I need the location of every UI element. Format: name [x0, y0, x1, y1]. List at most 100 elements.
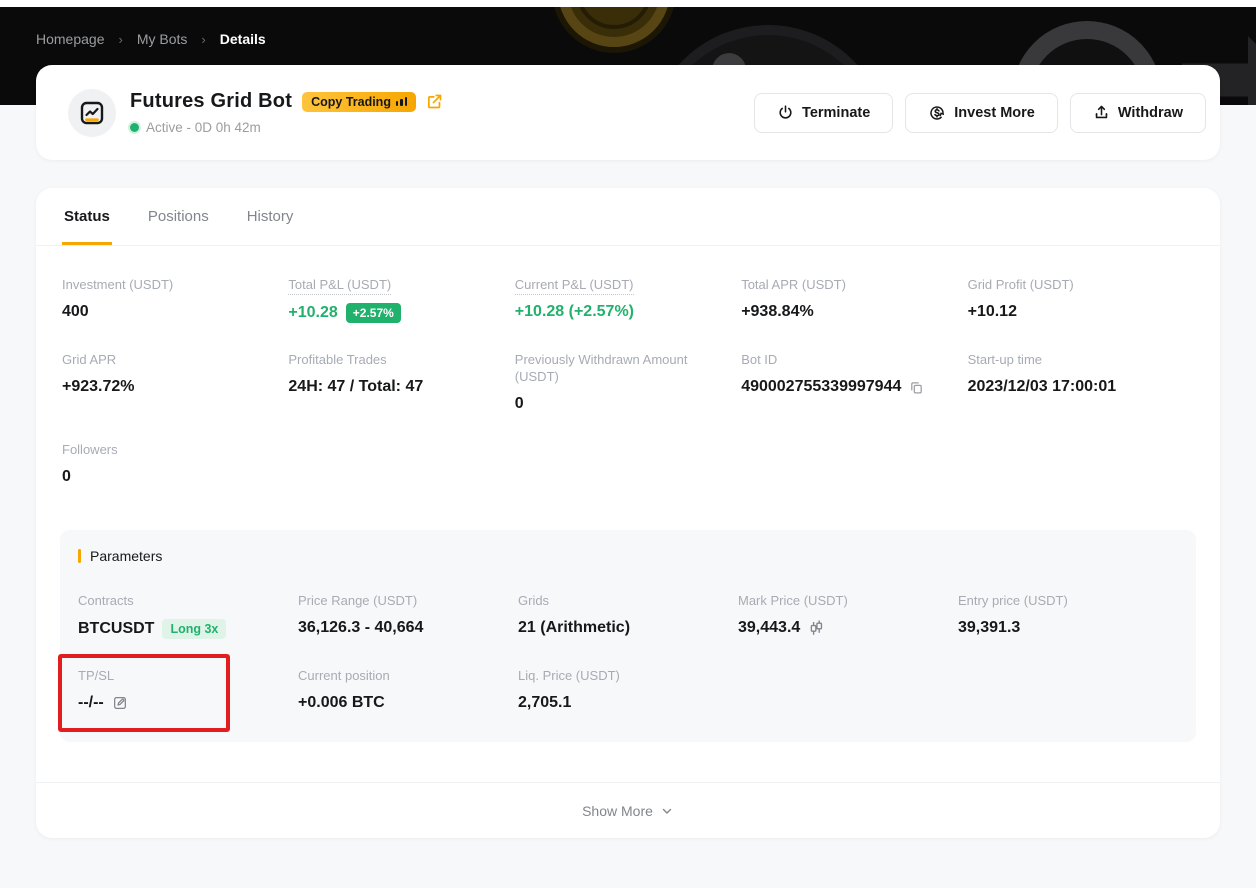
stat-value: +10.12 [968, 303, 1176, 321]
breadcrumb-homepage[interactable]: Homepage [36, 31, 105, 47]
page-title: Futures Grid Bot [130, 90, 292, 113]
stat-value: 2023/12/03 17:00:01 [968, 378, 1176, 396]
stat-current-pnl: Current P&L (USDT) +10.28 (+2.57%) [515, 276, 741, 323]
param-label: TP/SL [78, 667, 282, 684]
param-liq-price: Liq. Price (USDT) 2,705.1 [518, 667, 738, 712]
param-value: +0.006 BTC [298, 694, 502, 712]
grid-bot-chart-icon [77, 98, 107, 128]
stat-label: Previously Withdrawn Amount (USDT) [515, 351, 723, 385]
param-value: 39,443.4 [738, 619, 942, 637]
dollar-refresh-icon [928, 104, 946, 122]
tab-history[interactable]: History [245, 188, 296, 245]
param-price-range: Price Range (USDT) 36,126.3 - 40,664 [298, 592, 518, 639]
param-value: 21 (Arithmetic) [518, 619, 722, 637]
stat-value: 400 [62, 303, 270, 321]
parameters-grid: Contracts BTCUSDT Long 3x Price Range (U… [78, 592, 1178, 712]
withdraw-button-label: Withdraw [1118, 105, 1183, 121]
pnl-percent-badge: +2.57% [346, 303, 401, 323]
stat-grid-profit: Grid Profit (USDT) +10.12 [968, 276, 1194, 323]
param-tpsl: TP/SL --/-- [78, 667, 298, 712]
red-highlight-annotation [58, 654, 230, 732]
top-strip [0, 0, 1256, 7]
parameters-title: Parameters [90, 548, 162, 564]
stat-label: Profitable Trades [288, 351, 496, 368]
param-value: --/-- [78, 694, 282, 712]
param-grids: Grids 21 (Arithmetic) [518, 592, 738, 639]
copy-trading-badge-label: Copy Trading [311, 95, 391, 109]
stat-label: Current P&L (USDT) [515, 276, 723, 293]
grid-bot-avatar [68, 89, 116, 137]
breadcrumb-separator: › [119, 32, 123, 47]
param-contracts: Contracts BTCUSDT Long 3x [78, 592, 298, 639]
gold-coin-illustration [558, 7, 670, 47]
stat-previously-withdrawn: Previously Withdrawn Amount (USDT) 0 [515, 351, 741, 413]
param-label: Mark Price (USDT) [738, 592, 942, 609]
section-accent-bar [78, 549, 81, 563]
active-status-dot [130, 123, 139, 132]
edit-tpsl-icon[interactable] [112, 695, 128, 711]
breadcrumb-details: Details [220, 31, 266, 47]
tab-bar: Status Positions History [36, 188, 1220, 246]
show-more-button[interactable]: Show More [36, 782, 1220, 838]
param-label: Current position [298, 667, 502, 684]
stat-label: Followers [62, 441, 270, 458]
param-label: Grids [518, 592, 722, 609]
stat-value: 24H: 47 / Total: 47 [288, 378, 496, 396]
param-value: 36,126.3 - 40,664 [298, 619, 502, 637]
stat-grid-apr: Grid APR +923.72% [62, 351, 288, 413]
breadcrumb: Homepage › My Bots › Details [36, 31, 266, 47]
upload-icon [1093, 104, 1110, 121]
stat-label: Grid APR [62, 351, 270, 368]
terminate-button[interactable]: Terminate [754, 93, 893, 133]
bot-details-card: Status Positions History Investment (USD… [36, 188, 1220, 838]
param-label: Price Range (USDT) [298, 592, 502, 609]
bot-header-card: Futures Grid Bot Copy Trading Active - 0… [36, 65, 1220, 160]
stat-bot-id: Bot ID 490002755339997944 [741, 351, 967, 413]
breadcrumb-separator: › [201, 32, 205, 47]
stat-value: +938.84% [741, 303, 949, 321]
breadcrumb-my-bots[interactable]: My Bots [137, 31, 188, 47]
stat-value: 0 [62, 468, 270, 486]
stat-label: Investment (USDT) [62, 276, 270, 293]
stat-value: +10.28 +2.57% [288, 303, 496, 323]
stat-value: 0 [515, 395, 723, 413]
chevron-down-icon [660, 804, 674, 818]
external-link-icon[interactable] [426, 93, 443, 110]
param-label: Entry price (USDT) [958, 592, 1162, 609]
param-mark-price: Mark Price (USDT) 39,443.4 [738, 592, 958, 639]
copy-trading-badge: Copy Trading [302, 92, 416, 112]
stat-startup-time: Start-up time 2023/12/03 17:00:01 [968, 351, 1194, 413]
stat-label: Start-up time [968, 351, 1176, 368]
stat-followers: Followers 0 [62, 441, 288, 486]
stat-total-pnl: Total P&L (USDT) +10.28 +2.57% [288, 276, 514, 323]
param-value: 2,705.1 [518, 694, 722, 712]
copy-icon[interactable] [909, 380, 924, 395]
parameters-section: Parameters Contracts BTCUSDT Long 3x Pri… [60, 530, 1196, 742]
stat-value: 490002755339997944 [741, 378, 949, 396]
param-current-position: Current position +0.006 BTC [298, 667, 518, 712]
param-label: Contracts [78, 592, 282, 609]
stats-grid: Investment (USDT) 400 Total P&L (USDT) +… [36, 246, 1220, 486]
invest-more-button[interactable]: Invest More [905, 93, 1058, 133]
param-value: 39,391.3 [958, 619, 1162, 637]
status-badge: Active - 0D 0h 42m [146, 120, 261, 135]
stat-investment: Investment (USDT) 400 [62, 276, 288, 323]
param-value: BTCUSDT Long 3x [78, 619, 282, 639]
signal-bars-icon [396, 97, 408, 106]
terminate-button-label: Terminate [802, 105, 870, 121]
long-leverage-badge: Long 3x [162, 619, 226, 639]
stat-total-apr: Total APR (USDT) +938.84% [741, 276, 967, 323]
tab-status[interactable]: Status [62, 188, 112, 245]
candlestick-chart-icon[interactable] [808, 619, 824, 637]
invest-more-button-label: Invest More [954, 105, 1035, 121]
param-spacer [738, 667, 958, 712]
stat-value: +923.72% [62, 378, 270, 396]
withdraw-button[interactable]: Withdraw [1070, 93, 1206, 133]
parameters-header: Parameters [78, 548, 1178, 564]
stat-label: Total P&L (USDT) [288, 276, 496, 293]
tab-positions[interactable]: Positions [146, 188, 211, 245]
show-more-label: Show More [582, 803, 653, 819]
param-label: Liq. Price (USDT) [518, 667, 722, 684]
power-icon [777, 104, 794, 121]
stat-profitable-trades: Profitable Trades 24H: 47 / Total: 47 [288, 351, 514, 413]
